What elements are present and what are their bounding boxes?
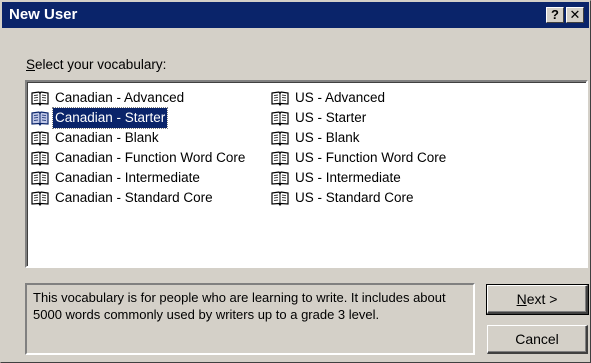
vocabulary-item[interactable]: Canadian - Standard Core bbox=[31, 188, 247, 208]
vocabulary-item[interactable]: Canadian - Blank bbox=[31, 128, 247, 148]
vocabulary-item[interactable]: US - Function Word Core bbox=[271, 148, 448, 168]
cancel-button[interactable]: Cancel bbox=[487, 325, 588, 354]
vocabulary-column-us: US - Advanced US - Starter US - Blank US - … bbox=[271, 88, 448, 208]
vocabulary-item[interactable]: Canadian - Function Word Core bbox=[31, 148, 247, 168]
vocabulary-column-canadian: Canadian - Advanced Canadian - Starter Can… bbox=[31, 88, 247, 208]
book-icon bbox=[271, 110, 289, 126]
book-icon bbox=[31, 110, 49, 126]
vocabulary-item[interactable]: Canadian - Advanced bbox=[31, 88, 247, 108]
vocabulary-item-label: Canadian - Blank bbox=[55, 130, 159, 145]
caption-text: elect your vocabulary: bbox=[35, 57, 167, 72]
vocabulary-item-label: Canadian - Standard Core bbox=[55, 190, 213, 205]
book-icon bbox=[31, 190, 49, 206]
close-button[interactable]: ✕ bbox=[566, 7, 584, 23]
vocabulary-item[interactable]: US - Starter bbox=[271, 108, 448, 128]
book-icon bbox=[271, 190, 289, 206]
vocabulary-list[interactable]: Canadian - Advanced Canadian - Starter Can… bbox=[25, 80, 588, 268]
caption-accelerator: S bbox=[26, 57, 36, 72]
vocabulary-item-label: US - Intermediate bbox=[295, 170, 401, 185]
vocabulary-item-label: US - Function Word Core bbox=[295, 150, 447, 165]
vocabulary-item-label: Canadian - Function Word Core bbox=[55, 150, 246, 165]
vocabulary-caption: Select your vocabulary: bbox=[26, 57, 166, 72]
next-label: ext > bbox=[526, 291, 558, 307]
book-icon bbox=[31, 130, 49, 146]
vocabulary-item[interactable]: Canadian - Starter bbox=[31, 107, 247, 129]
vocabulary-item-label: Canadian - Intermediate bbox=[55, 170, 200, 185]
help-button[interactable]: ? bbox=[546, 7, 564, 23]
vocabulary-item-label: US - Blank bbox=[295, 130, 360, 145]
book-icon bbox=[271, 130, 289, 146]
vocabulary-item-label: Canadian - Advanced bbox=[55, 90, 185, 105]
vocabulary-item-label: US - Standard Core bbox=[295, 190, 414, 205]
vocabulary-item-label: Canadian - Starter bbox=[51, 107, 169, 129]
book-icon bbox=[31, 150, 49, 166]
book-icon bbox=[271, 150, 289, 166]
next-button[interactable]: Next > bbox=[486, 284, 589, 315]
book-icon bbox=[271, 90, 289, 106]
book-icon bbox=[31, 90, 49, 106]
vocabulary-item[interactable]: US - Standard Core bbox=[271, 188, 448, 208]
vocabulary-description: This vocabulary is for people who are le… bbox=[25, 283, 475, 355]
vocabulary-item-label: US - Advanced bbox=[295, 90, 386, 105]
new-user-dialog: New User ? ✕ Select your vocabulary: Can… bbox=[0, 0, 591, 363]
book-icon bbox=[271, 170, 289, 186]
next-accelerator: N bbox=[516, 291, 527, 307]
window-title: New User bbox=[9, 6, 78, 23]
vocabulary-item-label: US - Starter bbox=[295, 110, 367, 125]
title-bar[interactable]: New User ? ✕ bbox=[2, 2, 589, 28]
vocabulary-item[interactable]: US - Intermediate bbox=[271, 168, 448, 188]
vocabulary-item[interactable]: Canadian - Intermediate bbox=[31, 168, 247, 188]
vocabulary-item[interactable]: US - Blank bbox=[271, 128, 448, 148]
vocabulary-item[interactable]: US - Advanced bbox=[271, 88, 448, 108]
book-icon bbox=[31, 170, 49, 186]
